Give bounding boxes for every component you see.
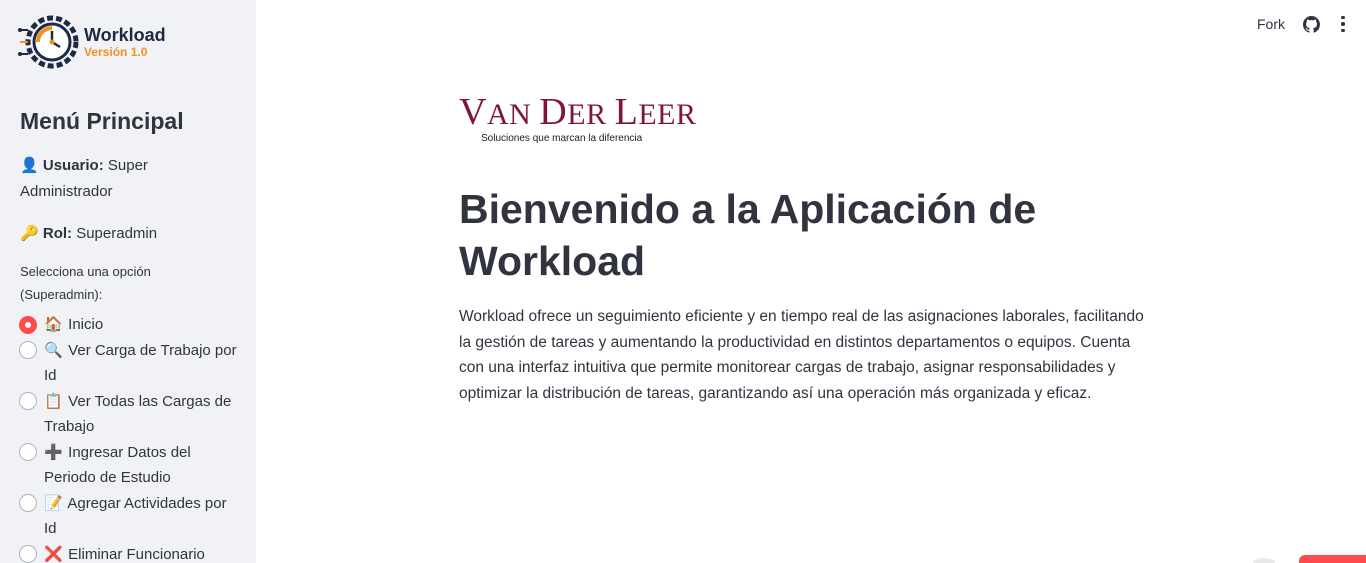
menu-option-label: Eliminar Funcionario [68,545,205,563]
fork-button[interactable]: Fork [1257,16,1285,32]
select-label: Selecciona una opción (Superadmin): [20,264,151,302]
user-info: 👤 Usuario: Super Administrador [20,152,230,205]
status-dot [1253,558,1275,563]
github-icon[interactable] [1303,15,1320,33]
menu-option-2[interactable]: 🔍 Ver Carga de Trabajo por Id [19,338,239,389]
menu-option-1[interactable]: 🏠 Inicio [19,312,239,338]
radio-button[interactable] [19,494,37,512]
radio-button[interactable] [19,315,37,334]
memo-icon: 📝 [44,493,63,512]
clipboard-icon: 📋 [44,391,63,410]
menu-option-label: Ver Carga de Trabajo por Id [44,341,237,385]
brand-name: VAN DER LEER [459,91,697,133]
role-label: Rol: [42,225,73,242]
menu-radio-group: 🏠 Inicio 🔍 Ver Carga de Trabajo por Id 📋 V… [19,312,239,563]
page-title: Bienvenido a la Aplicación de Workload [459,186,1037,284]
menu-option-label: Inicio [68,316,104,333]
app-logo: Workload Versión 1.0 [18,12,166,72]
key-icon: 🔑 [20,224,39,242]
logo-version: Versión 1.0 [84,45,148,59]
menu-option-label: Ingresar Datos del Periodo de Estudio [44,443,191,487]
magnifier-icon: 🔍 [44,340,63,359]
sidebar: Workload Versión 1.0 Menú Principal 👤 Us… [0,0,256,563]
kebab-menu-icon[interactable] [1338,15,1348,33]
menu-option-5[interactable]: 📝 Agregar Actividades por Id [19,491,239,542]
house-icon: 🏠 [44,315,63,333]
menu-title: Menú Principal [20,108,184,134]
radio-button[interactable] [19,545,37,563]
page-description: Workload ofrece un seguimiento eficiente… [459,308,1144,402]
role-info: 🔑 Rol: Superadmin [20,220,230,247]
clock-gear-icon [18,15,79,69]
radio-button[interactable] [19,443,37,461]
menu-option-4[interactable]: ➕ Ingresar Datos del Periodo de Estudio [19,440,239,491]
brand-logo: VAN DER LEER Soluciones que marcan la di… [459,92,696,144]
logo-title: Workload [84,25,166,45]
person-icon: 👤 [20,156,39,174]
plus-icon: ➕ [44,442,63,461]
radio-button[interactable] [19,392,37,410]
role-value: Superadmin [76,225,158,242]
radio-button[interactable] [19,341,37,359]
top-toolbar: Fork [1257,12,1348,36]
menu-option-label: Agregar Actividades por Id [44,494,227,538]
menu-option-3[interactable]: 📋 Ver Todas las Cargas de Trabajo [19,389,239,440]
deploy-badge[interactable] [1299,555,1366,563]
menu-option-label: Ver Todas las Cargas de Trabajo [44,392,232,436]
cross-mark-icon: ❌ [44,544,63,563]
menu-option-6[interactable]: ❌ Eliminar Funcionario [19,542,239,563]
user-label: Usuario: [42,157,104,174]
